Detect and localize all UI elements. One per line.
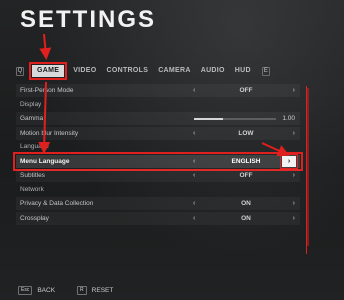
- setting-crossplay[interactable]: Crossplay ‹ ON ›: [16, 211, 300, 225]
- tab-game[interactable]: GAME: [28, 62, 68, 80]
- chevron-left-icon[interactable]: ‹: [193, 169, 195, 182]
- setting-value: ON: [241, 200, 251, 207]
- tab-next-key-icon[interactable]: E: [261, 66, 270, 76]
- tab-controls[interactable]: CONTROLS: [102, 65, 154, 77]
- setting-label: Privacy & Data Collection: [20, 200, 94, 207]
- section-language: Language: [20, 143, 49, 150]
- setting-value: ENGLISH: [231, 157, 261, 165]
- tab-video[interactable]: VIDEO: [68, 65, 101, 77]
- gamma-slider[interactable]: [194, 118, 276, 120]
- chevron-left-icon[interactable]: ‹: [193, 197, 195, 210]
- settings-list: First-Person Mode ‹ OFF › Display Gamma …: [13, 84, 303, 226]
- chevron-right-icon[interactable]: ›: [293, 127, 295, 140]
- tab-audio[interactable]: AUDIO: [196, 65, 230, 77]
- setting-privacy[interactable]: Privacy & Data Collection ‹ ON ›: [16, 197, 300, 210]
- chevron-right-icon[interactable]: ›: [293, 169, 295, 182]
- chevron-left-icon[interactable]: ‹: [193, 212, 195, 225]
- chevron-right-icon[interactable]: ›: [280, 153, 298, 169]
- back-button[interactable]: BACK: [37, 287, 55, 294]
- setting-gamma[interactable]: Gamma 1.00: [16, 112, 300, 125]
- setting-label: First-Person Mode: [20, 87, 74, 94]
- setting-label: Gamma: [20, 115, 44, 122]
- reset-button[interactable]: RESET: [92, 287, 114, 294]
- setting-value: OFF: [239, 172, 253, 179]
- setting-first-person-mode[interactable]: First-Person Mode ‹ OFF ›: [16, 84, 300, 97]
- chevron-right-icon[interactable]: ›: [293, 84, 295, 97]
- setting-value: ON: [241, 214, 251, 222]
- setting-motion-blur[interactable]: Motion blur Intensity ‹ LOW ›: [16, 126, 300, 140]
- chevron-right-icon[interactable]: ›: [293, 197, 295, 210]
- annotation-vertical-line: [306, 86, 307, 254]
- section-display: Display: [20, 100, 42, 108]
- setting-label: Subtitles: [20, 172, 45, 179]
- tab-hud[interactable]: HUD: [230, 65, 256, 77]
- setting-subtitles[interactable]: Subtitles ‹ OFF ›: [16, 169, 300, 182]
- gamma-slider-fill: [194, 118, 223, 120]
- setting-value: LOW: [238, 129, 254, 137]
- tab-bar: Q GAME VIDEO CONTROLS CAMERA AUDIO HUD E: [16, 62, 270, 80]
- setting-label: Crossplay: [20, 214, 49, 222]
- setting-value: 1.00: [282, 115, 295, 122]
- tab-prev-key-icon[interactable]: Q: [16, 66, 24, 76]
- chevron-left-icon[interactable]: ‹: [193, 84, 195, 97]
- chevron-right-icon[interactable]: ›: [293, 212, 295, 225]
- chevron-left-icon[interactable]: ‹: [193, 155, 195, 168]
- esc-key-icon: Esc: [18, 286, 33, 295]
- setting-value: OFF: [239, 87, 253, 94]
- tab-camera[interactable]: CAMERA: [153, 65, 196, 77]
- setting-label: Motion blur Intensity: [20, 129, 79, 137]
- chevron-left-icon[interactable]: ‹: [193, 127, 195, 140]
- footer-hints: Esc BACK R RESET: [18, 286, 113, 295]
- setting-label: Menu Language: [20, 157, 70, 165]
- setting-menu-language[interactable]: Menu Language ‹ ENGLISH ›: [13, 151, 303, 171]
- r-key-icon: R: [77, 286, 87, 295]
- page-title: SETTINGS: [20, 6, 157, 33]
- section-network: Network: [20, 185, 44, 193]
